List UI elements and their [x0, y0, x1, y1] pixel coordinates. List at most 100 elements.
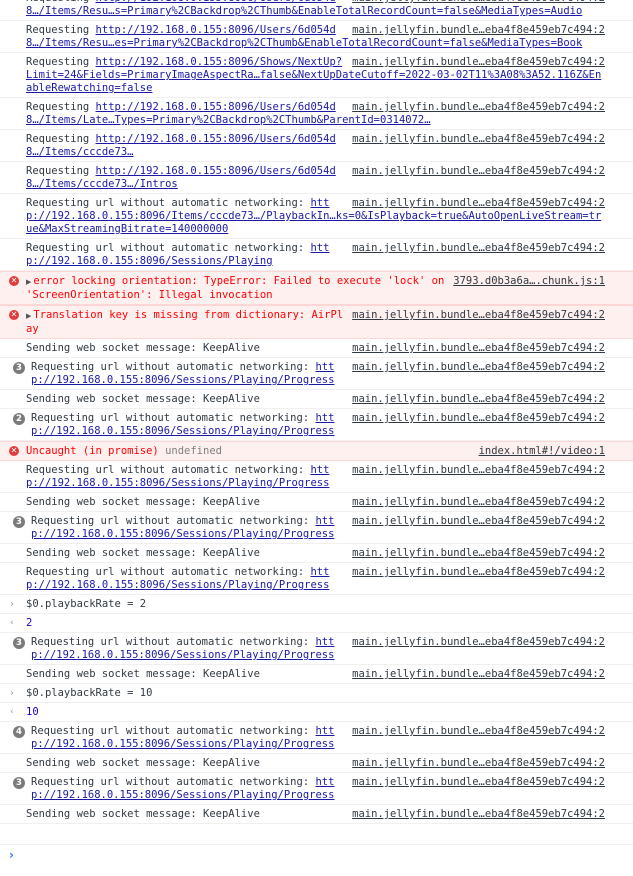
message-text: ▶ error locking orientation: TypeError: F…: [26, 275, 451, 301]
message-body: Requesting: [26, 101, 96, 113]
source-link[interactable]: main.jellyfin.bundle…eba4f8e459eb7c494:2: [352, 133, 605, 146]
console-message: main.jellyfin.bundle…eba4f8e459eb7c494:2…: [0, 130, 633, 162]
source-link[interactable]: main.jellyfin.bundle…eba4f8e459eb7c494:2: [352, 566, 605, 579]
message-text: Requesting url without automatic network…: [31, 515, 334, 540]
message-text: Requesting url without automatic network…: [31, 725, 334, 750]
result-value: 2: [26, 617, 33, 629]
message-body: $0.playbackRate = 2: [26, 598, 147, 610]
message-text: Sending web socket message: KeepAlive: [26, 668, 260, 680]
message-body: Requesting url without automatic network…: [31, 776, 316, 788]
message-body: Requesting: [26, 165, 96, 177]
console-prompt[interactable]: ›: [0, 844, 633, 865]
message-text: Sending web socket message: KeepAlive: [26, 547, 260, 559]
message-body: Requesting url without automatic network…: [31, 636, 316, 648]
source-link[interactable]: main.jellyfin.bundle…eba4f8e459eb7c494:2: [352, 636, 605, 649]
console-message: main.jellyfin.bundle…eba4f8e459eb7c494:2…: [0, 53, 633, 98]
message-body: error locking orientation: TypeError: Fa…: [26, 275, 451, 301]
message-body: Sending web socket message: KeepAlive: [26, 342, 260, 354]
message-text: Requesting http://192.168.0.155:8096/Use…: [26, 165, 336, 190]
source-link[interactable]: main.jellyfin.bundle…eba4f8e459eb7c494:2: [352, 547, 605, 560]
repeat-count-badge: 3: [13, 637, 25, 649]
message-body: Sending web socket message: KeepAlive: [26, 808, 260, 820]
source-link[interactable]: main.jellyfin.bundle…eba4f8e459eb7c494:2: [352, 725, 605, 738]
error-x-icon: ✕: [9, 276, 19, 286]
result-arrow-icon: ‹: [10, 618, 14, 628]
console-message: main.jellyfin.bundle…eba4f8e459eb7c494:2…: [0, 162, 633, 194]
repeat-count-badge: 4: [13, 726, 25, 738]
message-body: Sending web socket message: KeepAlive: [26, 496, 260, 508]
message-body: Requesting: [26, 133, 96, 145]
devtools-console: main.jellyfin.bundle…eba4f8e459eb7c494:2…: [0, 0, 633, 876]
message-body: Requesting: [26, 24, 96, 36]
console-message: main.jellyfin.bundle…eba4f8e459eb7c494:2…: [0, 239, 633, 271]
message-body: Sending web socket message: KeepAlive: [26, 393, 260, 405]
console-message: ‹ 10: [0, 703, 633, 722]
source-link[interactable]: main.jellyfin.bundle…eba4f8e459eb7c494:2: [352, 808, 605, 821]
message-text: Requesting url without automatic network…: [31, 636, 334, 661]
console-message: ✕ 3793.d0b3a6a….chunk.js:1 ▶ error locking …: [0, 271, 633, 305]
source-link[interactable]: main.jellyfin.bundle…eba4f8e459eb7c494:2: [352, 393, 605, 406]
message-body: Requesting url without automatic network…: [31, 361, 316, 373]
message-text: Sending web socket message: KeepAlive: [26, 393, 260, 405]
message-text: Requesting url without automatic network…: [31, 412, 334, 437]
message-text: ▶ Translation key is missing from diction…: [26, 309, 343, 335]
console-message: 3 main.jellyfin.bundle…eba4f8e459eb7c494:…: [0, 633, 633, 665]
message-body: Sending web socket message: KeepAlive: [26, 547, 260, 559]
source-link[interactable]: main.jellyfin.bundle…eba4f8e459eb7c494:2: [352, 242, 605, 255]
console-message: › $0.playbackRate = 2: [0, 595, 633, 614]
message-body: Uncaught (in promise): [26, 445, 166, 457]
console-message: main.jellyfin.bundle…eba4f8e459eb7c494:2…: [0, 21, 633, 53]
source-link[interactable]: main.jellyfin.bundle…eba4f8e459eb7c494:2: [352, 412, 605, 425]
console-message: main.jellyfin.bundle…eba4f8e459eb7c494:2…: [0, 98, 633, 130]
console-message: 3 main.jellyfin.bundle…eba4f8e459eb7c494:…: [0, 773, 633, 805]
message-body: Translation key is missing from dictiona…: [26, 309, 344, 335]
source-link[interactable]: main.jellyfin.bundle…eba4f8e459eb7c494:2: [352, 165, 605, 178]
console-message: main.jellyfin.bundle…eba4f8e459eb7c494:2…: [0, 544, 633, 563]
input-chevron-icon: ›: [9, 848, 14, 862]
source-link[interactable]: main.jellyfin.bundle…eba4f8e459eb7c494:2: [352, 309, 605, 322]
console-message: 4 main.jellyfin.bundle…eba4f8e459eb7c494:…: [0, 722, 633, 754]
source-link[interactable]: index.html#!/video:1: [479, 445, 605, 458]
console-message: 2 main.jellyfin.bundle…eba4f8e459eb7c494:…: [0, 409, 633, 441]
console-message: main.jellyfin.bundle…eba4f8e459eb7c494:2…: [0, 805, 633, 824]
message-body: Requesting url without automatic network…: [26, 242, 311, 254]
message-text: Sending web socket message: KeepAlive: [26, 808, 260, 820]
repeat-count-badge: 3: [13, 362, 25, 374]
source-link[interactable]: main.jellyfin.bundle…eba4f8e459eb7c494:2: [352, 757, 605, 770]
source-link[interactable]: main.jellyfin.bundle…eba4f8e459eb7c494:2: [352, 101, 605, 114]
console-message: main.jellyfin.bundle…eba4f8e459eb7c494:2…: [0, 461, 633, 493]
message-body: Requesting url without automatic network…: [31, 725, 316, 737]
console-input[interactable]: [26, 847, 620, 864]
error-x-icon: ✕: [9, 310, 19, 320]
input-chevron-icon: ›: [10, 599, 14, 610]
message-body: $0.playbackRate = 10: [26, 687, 153, 699]
console-message: main.jellyfin.bundle…eba4f8e459eb7c494:2…: [0, 493, 633, 512]
expand-triangle-icon[interactable]: ▶: [26, 278, 31, 286]
source-link[interactable]: main.jellyfin.bundle…eba4f8e459eb7c494:2: [352, 342, 605, 355]
source-link[interactable]: main.jellyfin.bundle…eba4f8e459eb7c494:2: [352, 197, 605, 210]
message-text: Requesting http://192.168.0.155:8096/Use…: [26, 133, 336, 158]
result-arrow-icon: ‹: [10, 707, 14, 717]
message-body: Requesting url without automatic network…: [26, 464, 311, 476]
message-body: Sending web socket message: KeepAlive: [26, 757, 260, 769]
source-link[interactable]: main.jellyfin.bundle…eba4f8e459eb7c494:2: [352, 361, 605, 374]
console-message: main.jellyfin.bundle…eba4f8e459eb7c494:2…: [0, 339, 633, 358]
console-message: main.jellyfin.bundle…eba4f8e459eb7c494:2…: [0, 665, 633, 684]
console-message: main.jellyfin.bundle…eba4f8e459eb7c494:2…: [0, 0, 633, 21]
source-link[interactable]: main.jellyfin.bundle…eba4f8e459eb7c494:2: [352, 24, 605, 37]
message-body: Requesting url without automatic network…: [31, 515, 316, 527]
source-link[interactable]: main.jellyfin.bundle…eba4f8e459eb7c494:2: [352, 56, 605, 69]
source-link[interactable]: main.jellyfin.bundle…eba4f8e459eb7c494:2: [352, 776, 605, 789]
source-link[interactable]: main.jellyfin.bundle…eba4f8e459eb7c494:2: [352, 496, 605, 509]
source-link[interactable]: main.jellyfin.bundle…eba4f8e459eb7c494:2: [352, 464, 605, 477]
message-text: $0.playbackRate = 10: [26, 687, 152, 699]
console-message: 3 main.jellyfin.bundle…eba4f8e459eb7c494:…: [0, 358, 633, 390]
message-text: Requesting url without automatic network…: [26, 464, 329, 489]
message-body: Requesting: [26, 56, 96, 68]
expand-triangle-icon[interactable]: ▶: [26, 312, 31, 320]
source-link[interactable]: main.jellyfin.bundle…eba4f8e459eb7c494:2: [352, 515, 605, 528]
source-link[interactable]: main.jellyfin.bundle…eba4f8e459eb7c494:2: [352, 668, 605, 681]
message-extra: undefined: [165, 445, 222, 457]
source-link[interactable]: 3793.d0b3a6a….chunk.js:1: [453, 275, 605, 288]
message-text: Requesting url without automatic network…: [31, 361, 334, 386]
